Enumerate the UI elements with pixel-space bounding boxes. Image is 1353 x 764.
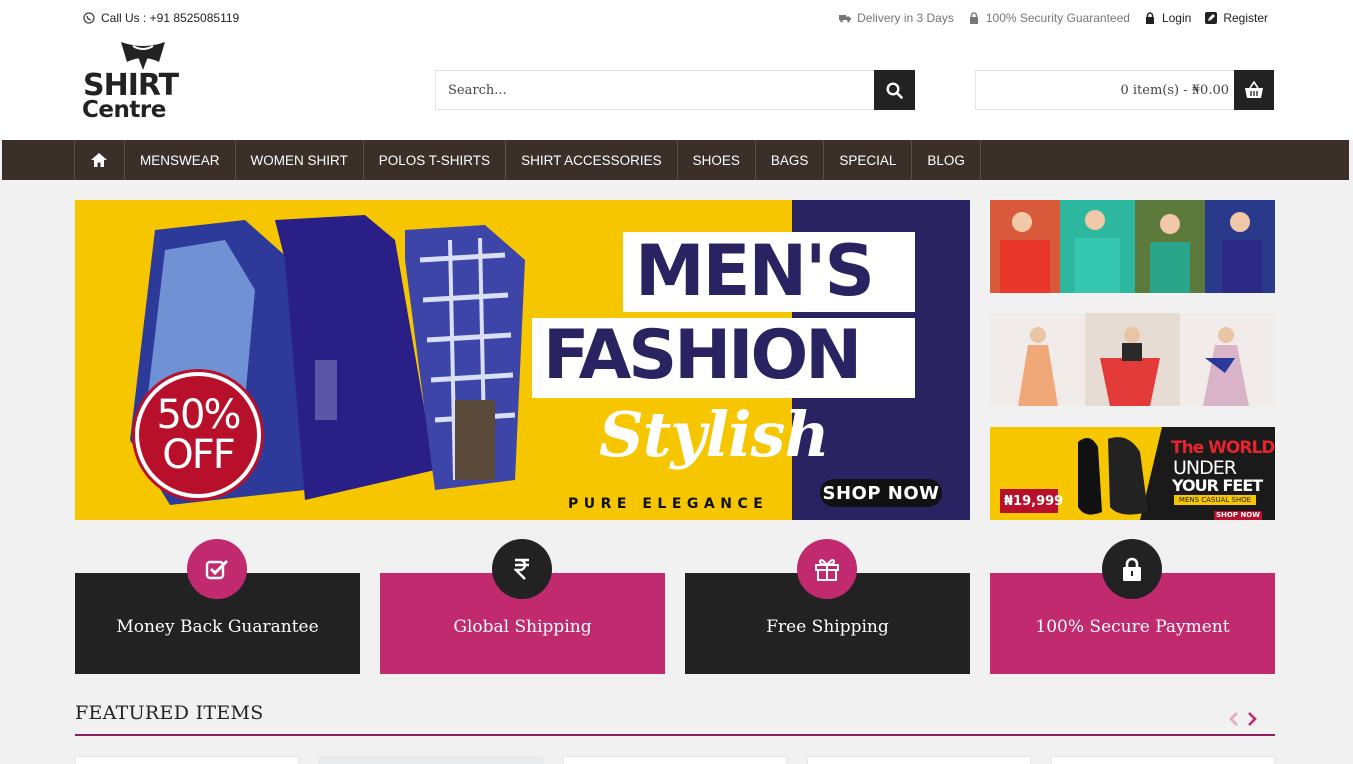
check-square-icon [205,559,229,580]
feature-icon-circle [187,539,247,599]
side-banner-shoes[interactable]: ₦19,999 The WORLD UNDER YOUR FEET MENS C… [990,427,1275,520]
chevron-right-icon [1248,712,1257,726]
shoes-cta[interactable]: SHOP NOW [1214,511,1262,520]
shoes-headline-3: YOUR FEET [1172,476,1263,495]
shoes-price: ₦19,999 [1004,494,1064,509]
nav-polos-tshirts[interactable]: POLOS T-SHIRTS [364,140,507,180]
security-text: 100% Security Guaranteed [985,11,1130,25]
nav-blog[interactable]: BLOG [912,140,981,180]
home-icon [91,153,107,167]
topbar-left: Call Us : +91 8525085119 [83,11,239,25]
search-icon [886,81,903,99]
search-bar [435,70,915,110]
feature-icon-circle [797,539,857,599]
feature-icon-circle [1102,539,1162,599]
product-card[interactable] [319,756,543,764]
banner-tagline: PURE ELEGANCE [568,496,769,512]
nav-women-shirt[interactable]: WOMEN SHIRT [236,140,364,180]
nav-shirt-accessories[interactable]: SHIRT ACCESSORIES [506,140,678,180]
search-button[interactable] [874,70,915,110]
whatsapp-icon [83,12,95,24]
shoes-headline-1: The WORLD [1171,438,1275,458]
delivery-info: Delivery in 3 Days [839,11,954,25]
site-logo[interactable]: SHIRT Centre [81,40,201,124]
feature-icon-circle [492,539,552,599]
lock-icon [969,12,978,24]
kids-wear-image [990,313,1275,406]
shop-now-button[interactable]: SHOP NOW [820,479,942,507]
lock-icon [1145,12,1154,24]
search-input[interactable] [435,70,874,110]
register-label: Register [1223,11,1268,25]
hero-banner[interactable]: 50% OFF MEN'S FASHION Stylish PURE ELEGA… [75,200,970,520]
feature-label: Free Shipping [766,616,889,637]
cart-total: 0 item(s) - ₦0.00 [1120,82,1230,98]
product-card[interactable] [1051,756,1275,764]
rupee-icon [514,558,529,580]
carousel-arrows [1227,709,1259,729]
feature-label: Global Shipping [453,616,592,637]
feature-label: Money Back Guarantee [116,616,319,637]
edit-icon [1205,12,1218,24]
nav-shoes[interactable]: SHOES [678,140,756,180]
main-nav: MENSWEAR WOMEN SHIRT POLOS T-SHIRTS SHIR… [2,140,1349,180]
chevron-left-icon [1229,712,1238,726]
login-label: Login [1161,11,1192,25]
delivery-text: Delivery in 3 Days [857,11,954,25]
nav-special[interactable]: SPECIAL [824,140,913,180]
shoes-sub: MENS CASUAL SHOE [1174,495,1256,505]
feature-label: 100% Secure Payment [1035,616,1230,637]
topbar-right: Delivery in 3 Days 100% Security Guarant… [839,11,1268,25]
basket-icon [1245,81,1263,98]
sarees-image [990,200,1275,293]
security-info: 100% Security Guaranteed [968,11,1130,25]
featured-items-heading: FEATURED ITEMS [75,702,264,724]
login-link[interactable]: Login [1144,11,1191,25]
nav-home[interactable] [74,140,125,180]
carousel-prev-button[interactable] [1227,709,1241,729]
side-banner-sarees[interactable] [990,200,1275,293]
cart-summary[interactable]: 0 item(s) - ₦0.00 [975,70,1274,110]
product-card[interactable] [807,756,1031,764]
call-us: Call Us : +91 8525085119 [83,11,239,25]
product-card[interactable] [75,756,299,764]
logo-text-centre: Centre [82,97,166,123]
lock-icon [1123,557,1141,581]
register-link[interactable]: Register [1205,11,1268,25]
nav-menswear[interactable]: MENSWEAR [125,140,236,180]
call-us-text: Call Us : +91 8525085119 [101,11,240,25]
carousel-next-button[interactable] [1245,709,1259,729]
banner-title-line1: MEN'S [635,230,875,312]
discount-text: 50% OFF [156,392,242,478]
nav-bags[interactable]: BAGS [756,140,825,180]
cart-button[interactable] [1234,70,1274,110]
featured-divider [75,734,1275,736]
banner-script-text: Stylish [599,398,830,471]
banner-title-line2: FASHION [543,316,862,395]
side-banner-kids[interactable] [990,313,1275,406]
product-card[interactable] [563,756,787,764]
truck-icon [839,15,852,23]
gift-icon [815,559,839,581]
